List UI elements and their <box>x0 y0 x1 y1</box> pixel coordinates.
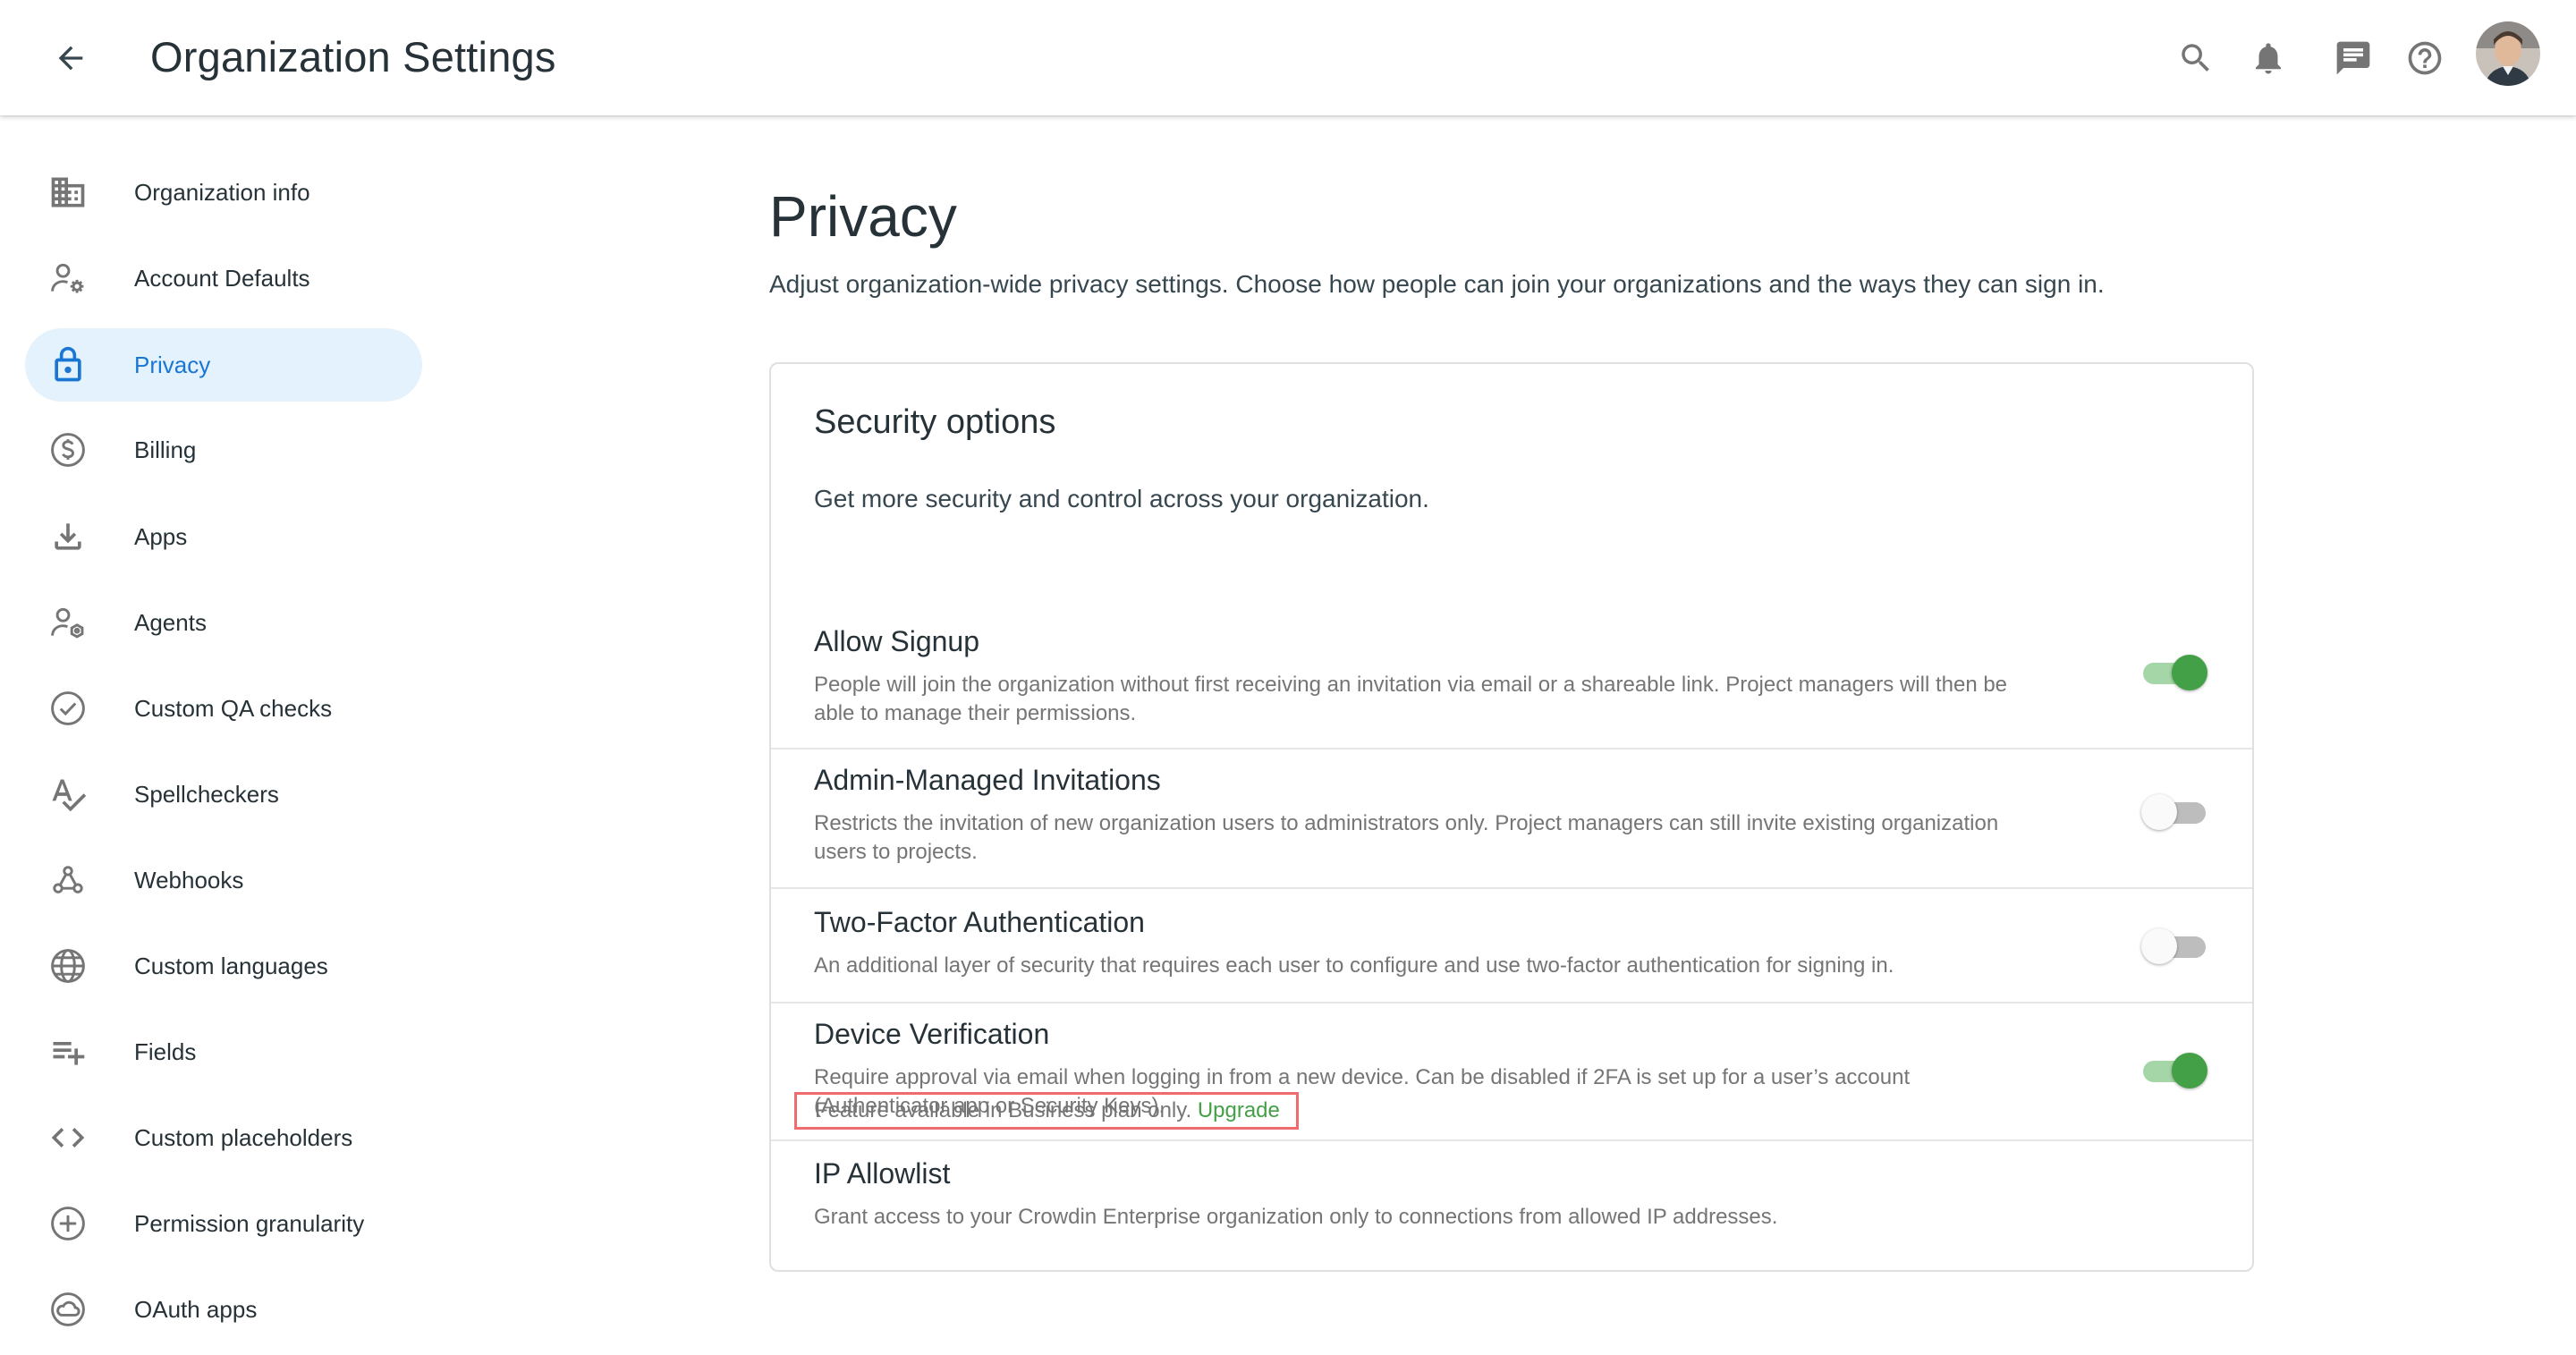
dollar-icon <box>47 428 89 471</box>
option-ip-allowlist: IP Allowlist Grant access to your Crowdi… <box>771 1141 2252 1272</box>
sidebar-item-billing[interactable]: Billing <box>25 413 422 487</box>
option-title: Device Verification <box>814 1018 1050 1050</box>
sidebar-item-oauth-apps[interactable]: OAuth apps <box>25 1273 422 1346</box>
back-arrow-icon[interactable] <box>47 34 95 82</box>
sidebar-item-privacy[interactable]: Privacy <box>25 328 422 402</box>
sidebar-item-label: Spellcheckers <box>134 781 279 808</box>
sidebar-item-custom-languages[interactable]: Custom languages <box>25 929 422 1003</box>
option-description: Restricts the invitation of new organiza… <box>814 811 1999 864</box>
option-title: Admin-Managed Invitations <box>814 764 1161 796</box>
option-title: Two-Factor Authentication <box>814 906 1145 938</box>
toggle-knob <box>2172 1053 2207 1088</box>
toggle-knob <box>2141 928 2177 964</box>
sidebar-item-label: Billing <box>134 436 197 463</box>
security-options-card: Security options Get more security and c… <box>769 362 2254 1272</box>
avatar[interactable] <box>2476 21 2540 86</box>
sidebar-item-account-defaults[interactable]: Account Defaults <box>25 241 422 315</box>
spellcheck-icon <box>47 773 89 816</box>
toggle-knob <box>2172 655 2207 690</box>
plan-note-text: Feature available in Business plan only. <box>815 1098 1192 1122</box>
sidebar-item-spellcheckers[interactable]: Spellcheckers <box>25 758 422 831</box>
option-title: IP Allowlist <box>814 1157 951 1190</box>
toggle-knob <box>2141 794 2177 830</box>
sidebar-item-label: Fields <box>134 1038 197 1065</box>
user-settings-icon <box>47 257 89 300</box>
plus-circle-icon <box>47 1202 89 1245</box>
card-title: Security options <box>814 403 1056 441</box>
page-description: Adjust organization-wide privacy setting… <box>769 270 2105 298</box>
sidebar-item-apps[interactable]: Apps <box>25 500 422 573</box>
sidebar-item-custom-placeholders[interactable]: Custom placeholders <box>25 1101 422 1174</box>
sidebar-item-label: Agents <box>134 609 207 636</box>
help-icon[interactable] <box>2401 34 2449 82</box>
upgrade-link[interactable]: Upgrade <box>1198 1098 1280 1122</box>
bell-icon[interactable] <box>2244 34 2292 82</box>
option-description: An additional layer of security that req… <box>814 953 1894 978</box>
sidebar-item-label: Organization info <box>134 179 310 206</box>
option-two-factor-authentication: Two-Factor Authentication An additional … <box>771 889 2252 1004</box>
globe-icon <box>47 944 89 987</box>
sidebar-item-organization-info[interactable]: Organization info <box>25 156 422 229</box>
sidebar-item-agents[interactable]: Agents <box>25 586 422 659</box>
sidebar-item-label: Custom placeholders <box>134 1124 353 1151</box>
allow-signup-toggle[interactable] <box>2141 654 2207 691</box>
sidebar-item-label: Privacy <box>134 351 211 378</box>
playlist-add-icon <box>47 1030 89 1073</box>
check-circle-icon <box>47 687 89 730</box>
two-factor-authentication-toggle[interactable] <box>2141 927 2207 965</box>
option-title: Allow Signup <box>814 625 979 657</box>
sidebar-item-custom-qa-checks[interactable]: Custom QA checks <box>25 672 422 745</box>
cloud-circle-icon <box>47 1288 89 1331</box>
sidebar-item-webhooks[interactable]: Webhooks <box>25 843 422 917</box>
webhook-icon <box>47 859 89 902</box>
option-description: Grant access to your Crowdin Enterprise … <box>814 1205 1778 1229</box>
device-verification-toggle[interactable] <box>2141 1052 2207 1089</box>
lock-icon <box>47 343 89 386</box>
sidebar-item-label: Apps <box>134 523 188 550</box>
sidebar-item-fields[interactable]: Fields <box>25 1015 422 1088</box>
page-header-title: Organization Settings <box>150 33 556 80</box>
search-icon[interactable] <box>2172 34 2220 82</box>
settings-sidebar: Organization info Account Defaults Priva… <box>0 115 447 1355</box>
sidebar-item-permission-granularity[interactable]: Permission granularity <box>25 1187 422 1260</box>
admin-managed-invitations-toggle[interactable] <box>2141 793 2207 831</box>
sidebar-item-label: Custom languages <box>134 953 328 979</box>
message-icon[interactable] <box>2329 34 2377 82</box>
option-admin-managed-invitations: Admin-Managed Invitations Restricts the … <box>771 749 2252 889</box>
app-bar: Organization Settings <box>0 0 2576 115</box>
sidebar-item-label: Webhooks <box>134 867 244 893</box>
sidebar-item-label: Permission granularity <box>134 1210 365 1237</box>
building-icon <box>47 171 89 214</box>
download-icon <box>47 515 89 558</box>
sidebar-item-label: Account Defaults <box>134 265 310 292</box>
option-description: People will join the organization withou… <box>814 673 2008 725</box>
sidebar-item-label: Custom QA checks <box>134 695 333 722</box>
user-agent-icon <box>47 601 89 644</box>
sidebar-item-label: OAuth apps <box>134 1296 258 1323</box>
business-plan-note: Feature available in Business plan only.… <box>794 1092 1299 1130</box>
option-allow-signup: Allow Signup People will join the organi… <box>771 610 2252 749</box>
card-description: Get more security and control across you… <box>814 485 1429 512</box>
code-icon <box>47 1116 89 1159</box>
page-title: Privacy <box>769 184 957 249</box>
